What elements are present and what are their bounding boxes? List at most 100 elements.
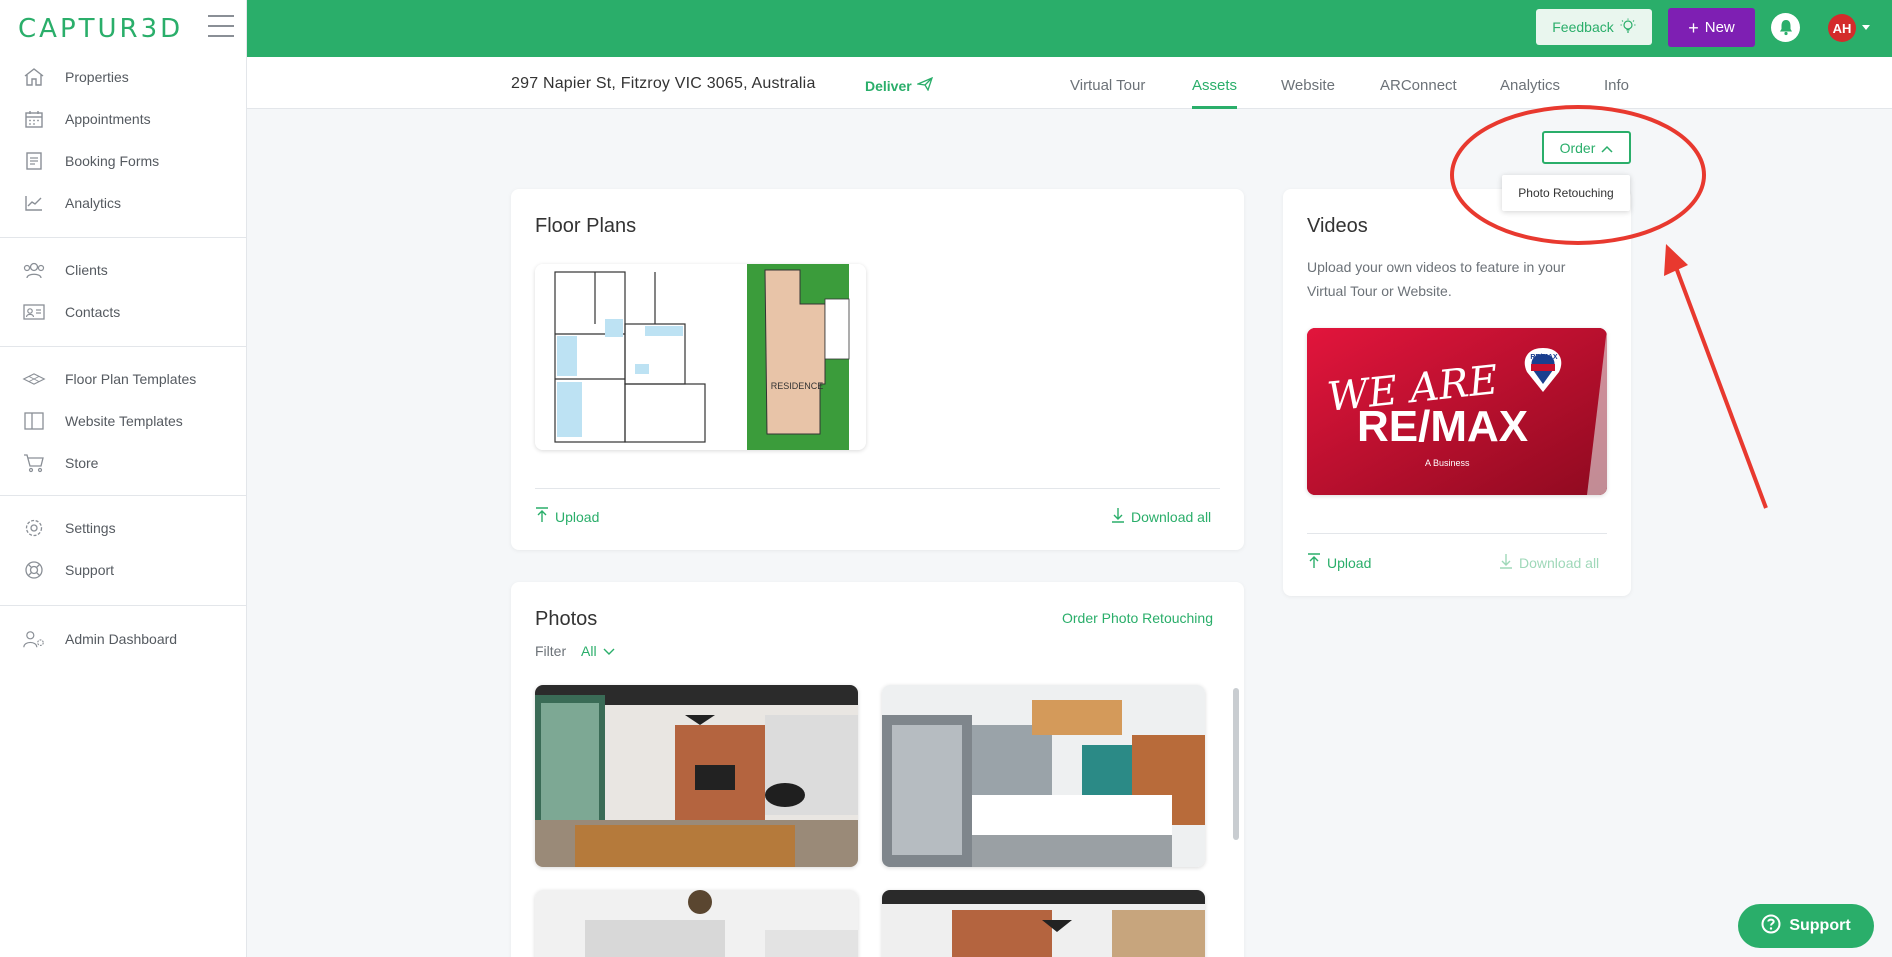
tab-arconnect[interactable]: ARConnect bbox=[1380, 77, 1457, 109]
sidebar: CAPTUR3D Properties Appointments Booking… bbox=[0, 0, 247, 957]
sidebar-item-label: Clients bbox=[65, 262, 108, 278]
order-dropdown-button[interactable]: Order bbox=[1542, 131, 1631, 164]
sidebar-item-appointments[interactable]: Appointments bbox=[0, 98, 247, 140]
home-icon bbox=[22, 66, 46, 88]
sidebar-item-support[interactable]: Support bbox=[0, 549, 247, 591]
sidebar-item-clients[interactable]: Clients bbox=[0, 249, 247, 291]
divider bbox=[535, 488, 1220, 489]
sidebar-item-floor-plan-templates[interactable]: Floor Plan Templates bbox=[0, 358, 247, 400]
chevron-down-icon[interactable] bbox=[1862, 25, 1870, 30]
videos-description: Upload your own videos to feature in you… bbox=[1307, 259, 1566, 299]
lightbulb-icon bbox=[1620, 18, 1636, 37]
sidebar-item-website-templates[interactable]: Website Templates bbox=[0, 400, 247, 442]
filter-value: All bbox=[581, 643, 597, 659]
download-icon bbox=[1499, 553, 1513, 572]
help-circle-icon bbox=[1761, 914, 1781, 939]
pointer-arrow bbox=[1672, 261, 1768, 509]
sidebar-item-label: Booking Forms bbox=[65, 153, 160, 169]
sidebar-item-store[interactable]: Store bbox=[0, 442, 247, 484]
form-icon bbox=[22, 150, 46, 172]
tab-assets[interactable]: Assets bbox=[1192, 77, 1238, 109]
sidebar-item-label: Floor Plan Templates bbox=[65, 371, 197, 387]
divider bbox=[1307, 533, 1607, 534]
sidebar-item-label: Support bbox=[65, 562, 115, 578]
menu-toggle-icon[interactable] bbox=[208, 15, 234, 37]
arrow-head bbox=[1664, 244, 1688, 276]
sidebar-item-properties[interactable]: Properties bbox=[0, 56, 247, 98]
sidebar-item-label: Admin Dashboard bbox=[65, 631, 178, 647]
photo-thumbnail[interactable] bbox=[535, 890, 858, 957]
photo-thumbnail[interactable] bbox=[882, 685, 1205, 867]
sidebar-item-booking-forms[interactable]: Booking Forms bbox=[0, 140, 247, 182]
video-title-line2: RE/MAX bbox=[1357, 402, 1529, 451]
deliver-label: Deliver bbox=[865, 77, 912, 94]
filter-dropdown[interactable]: All bbox=[581, 643, 615, 659]
sidebar-item-contacts[interactable]: Contacts bbox=[0, 291, 247, 333]
nav-group-settings: Settings Support bbox=[0, 507, 247, 606]
tab-virtual-tour[interactable]: Virtual Tour bbox=[1070, 77, 1145, 109]
download-label: Download all bbox=[1131, 508, 1212, 525]
upload-icon bbox=[535, 507, 549, 526]
sidebar-item-label: Contacts bbox=[65, 304, 121, 320]
videos-upload-button[interactable]: Upload bbox=[1307, 553, 1371, 572]
admin-user-icon bbox=[22, 628, 46, 650]
app-logo[interactable]: CAPTUR3D bbox=[18, 14, 183, 44]
users-icon bbox=[22, 259, 46, 281]
tab-analytics[interactable]: Analytics bbox=[1500, 77, 1560, 109]
photos-title: Photos bbox=[535, 608, 598, 630]
sidebar-item-settings[interactable]: Settings bbox=[0, 507, 247, 549]
user-avatar[interactable]: AH bbox=[1828, 14, 1856, 42]
sidebar-item-label: Appointments bbox=[65, 111, 151, 127]
chevron-up-icon bbox=[1601, 140, 1613, 156]
property-header: 297 Napier St, Fitzroy VIC 3065, Austral… bbox=[247, 57, 1892, 109]
photo-thumbnail[interactable] bbox=[882, 890, 1205, 957]
filter-label: Filter bbox=[535, 643, 567, 659]
send-icon bbox=[915, 76, 933, 94]
support-widget-button[interactable]: Support bbox=[1738, 904, 1874, 948]
notifications-bell-icon[interactable] bbox=[1771, 13, 1800, 42]
calendar-icon bbox=[22, 108, 46, 130]
sidebar-item-admin-dashboard[interactable]: Admin Dashboard bbox=[0, 618, 247, 660]
video-subtitle: A Business bbox=[1425, 458, 1470, 468]
sidebar-item-analytics[interactable]: Analytics bbox=[0, 182, 247, 224]
nav-group-people: Clients Contacts bbox=[0, 249, 247, 347]
photos-card: Photos Order Photo Retouching Filter All bbox=[511, 582, 1244, 957]
gear-icon bbox=[22, 517, 46, 539]
floor-plans-download-all-button[interactable]: Download all bbox=[1111, 507, 1211, 526]
cart-icon bbox=[22, 452, 46, 474]
floor-plan-thumbnail[interactable]: RESIDENCE bbox=[535, 264, 866, 450]
contact-card-icon bbox=[22, 301, 46, 323]
plus-icon: + bbox=[1688, 17, 1699, 38]
floor-plans-upload-button[interactable]: Upload bbox=[535, 507, 599, 526]
video-thumbnail[interactable]: RE/MAX WE ARE RE/MAX A Business bbox=[1307, 328, 1607, 495]
upload-icon bbox=[1307, 553, 1321, 572]
sidebar-item-label: Settings bbox=[65, 520, 116, 536]
videos-card: Videos Upload your own videos to feature… bbox=[1283, 189, 1631, 596]
new-label: New bbox=[1704, 19, 1735, 36]
sidebar-item-label: Store bbox=[65, 455, 99, 471]
sidebar-item-label: Properties bbox=[65, 69, 129, 85]
order-menu-item-photo-retouching[interactable]: Photo Retouching bbox=[1502, 175, 1630, 211]
chevron-down-icon bbox=[603, 643, 615, 659]
videos-download-all-button[interactable]: Download all bbox=[1499, 553, 1599, 572]
deliver-button[interactable]: Deliver bbox=[865, 76, 933, 94]
upload-label: Upload bbox=[555, 508, 600, 525]
tab-info[interactable]: Info bbox=[1604, 77, 1629, 109]
sidebar-item-label: Analytics bbox=[65, 195, 122, 211]
feedback-button[interactable]: Feedback bbox=[1536, 9, 1652, 45]
layout-icon bbox=[22, 410, 46, 432]
tab-website[interactable]: Website bbox=[1281, 77, 1335, 109]
sidebar-item-label: Website Templates bbox=[65, 413, 183, 429]
support-widget-label: Support bbox=[1789, 917, 1851, 934]
photos-scrollbar[interactable] bbox=[1233, 688, 1239, 840]
property-address: 297 Napier St, Fitzroy VIC 3065, Austral… bbox=[511, 75, 816, 92]
lifebuoy-icon bbox=[22, 559, 46, 581]
nav-group-main: Properties Appointments Booking Forms An… bbox=[0, 56, 247, 238]
order-photo-retouching-link[interactable]: Order Photo Retouching bbox=[1062, 610, 1213, 626]
floor-plans-title: Floor Plans bbox=[535, 215, 637, 237]
upload-label: Upload bbox=[1327, 554, 1372, 571]
photo-thumbnail[interactable] bbox=[535, 685, 858, 867]
nav-group-templates: Floor Plan Templates Website Templates S… bbox=[0, 358, 247, 496]
floor-plans-card: Floor Plans RESIDENCE Upload Download al… bbox=[511, 189, 1244, 550]
new-button[interactable]: + New bbox=[1668, 8, 1755, 47]
